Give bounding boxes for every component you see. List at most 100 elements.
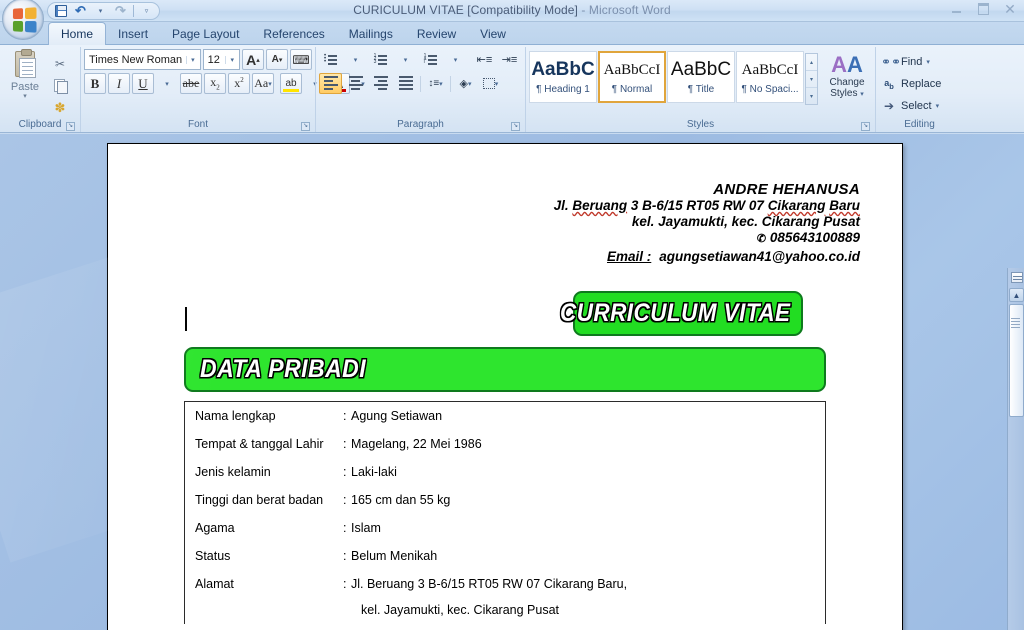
underline-dropdown[interactable]: ▾ [156, 73, 178, 94]
numbering-button[interactable]: 123 [369, 49, 392, 70]
minimize-button[interactable] [945, 1, 967, 17]
change-styles-button[interactable]: AA Change Styles ▾ [819, 51, 875, 105]
increase-indent-button[interactable]: ⇥≡ [498, 49, 521, 70]
copy-button[interactable] [49, 76, 71, 95]
office-logo-icon [12, 7, 37, 33]
replace-button[interactable]: ab Replace [879, 74, 941, 94]
grow-font-icon: A [246, 51, 257, 68]
select-button[interactable]: ➔ Select ▾ [879, 96, 941, 116]
paste-dropdown-icon[interactable]: ▾ [23, 92, 27, 100]
strikethrough-button[interactable]: abe [180, 73, 202, 94]
multilevel-list-icon: 1ai [424, 54, 438, 65]
styles-more-icon[interactable]: ▾ [806, 88, 817, 104]
shrink-font-button[interactable]: A ▾ [266, 49, 288, 70]
scroll-up-button[interactable]: ▲ [1009, 288, 1024, 302]
format-painter-button[interactable]: ✽ [49, 98, 71, 117]
styles-gallery-scrollbar[interactable]: ▴ ▾ ▾ [805, 53, 818, 105]
font-name-combo[interactable]: Times New Roman ▾ [84, 49, 201, 70]
font-size-chevron-down-icon[interactable]: ▾ [225, 55, 237, 64]
cut-button[interactable]: ✂ [49, 54, 71, 73]
style-no-spacing[interactable]: AaBbCcI ¶ No Spaci... [736, 51, 804, 103]
style-title-preview: AaBbC [670, 59, 732, 80]
ribbon-tabs: Home Insert Page Layout References Maili… [0, 22, 1024, 45]
vertical-scrollbar[interactable]: ▲ [1007, 268, 1024, 630]
tab-home[interactable]: Home [48, 22, 107, 45]
undo-dropdown-icon[interactable]: ▾ [91, 4, 110, 19]
subscript-button[interactable]: x2 [204, 73, 226, 94]
underline-button[interactable]: U [132, 73, 154, 94]
document-page[interactable]: ANDRE HEHANUSA Jl. Beruang 3 B-6/15 RT05… [107, 143, 903, 630]
tab-references[interactable]: References [251, 23, 336, 44]
tab-page-layout-label: Page Layout [172, 26, 240, 41]
paragraph-dialog-launcher-icon[interactable]: ↘ [511, 122, 520, 131]
replace-icon: ab [884, 77, 894, 91]
ribbon-group-paragraph: ••• ▾ 123 ▾ 1ai ▾ ⇤≡ ⇥≡ AZ↓ ¶ [315, 47, 563, 132]
multilevel-dropdown[interactable]: ▾ [444, 49, 467, 70]
superscript-button[interactable]: x2 [228, 73, 250, 94]
bullets-button[interactable]: • • • [319, 49, 342, 70]
document-area[interactable]: ANDRE HEHANUSA Jl. Beruang 3 B-6/15 RT05… [0, 134, 1024, 630]
paragraph-group-label: Paragraph ↘ [319, 118, 522, 132]
tab-review[interactable]: Review [405, 23, 468, 44]
bold-button[interactable]: B [84, 73, 106, 94]
clipboard-controls: Paste ▾ ✂ ✽ [3, 49, 71, 117]
style-normal[interactable]: AaBbCcI ¶ Normal [598, 51, 666, 103]
style-heading-1[interactable]: AaBbC ¶ Heading 1 [529, 51, 597, 103]
clipboard-dialog-launcher-icon[interactable]: ↘ [66, 122, 75, 131]
bullets-dropdown[interactable]: ▾ [344, 49, 367, 70]
row-value: Agung Setiawan [351, 409, 443, 423]
decrease-indent-button[interactable]: ⇤≡ [473, 49, 496, 70]
save-button[interactable] [51, 4, 70, 19]
font-dialog-launcher-icon[interactable]: ↘ [301, 122, 310, 131]
highlighter-icon: ab [285, 78, 297, 89]
restore-button[interactable] [972, 1, 994, 17]
personal-data-table[interactable]: Nama lengkap : Agung Setiawan Tempat & t… [184, 401, 826, 624]
customize-qat-icon[interactable]: ▿ [137, 4, 156, 19]
style-title[interactable]: AaBbC ¶ Title [667, 51, 735, 103]
cv-phone-line: ✆ 085643100889 [554, 230, 860, 247]
tab-insert[interactable]: Insert [106, 23, 160, 44]
justify-button[interactable] [394, 73, 417, 94]
find-button[interactable]: ⚭⚭ Find ▾ [879, 52, 941, 72]
styles-body: AaBbC ¶ Heading 1 AaBbCcI ¶ Normal AaBbC… [529, 49, 872, 118]
align-center-button[interactable] [344, 73, 367, 94]
row-label: Jenis kelamin [195, 465, 271, 479]
office-button[interactable] [2, 0, 44, 40]
change-case-button[interactable]: Aa ▾ [252, 73, 274, 94]
grow-font-button[interactable]: A ▴ [242, 49, 264, 70]
paste-button[interactable]: Paste ▾ [3, 49, 47, 117]
clear-formatting-button[interactable]: ⌨ [290, 49, 312, 70]
tab-view[interactable]: View [468, 23, 518, 44]
italic-button[interactable]: I [108, 73, 130, 94]
cv-email-value: agungsetiawan41@yahoo.co.id [659, 249, 860, 264]
cv-phone-number: 085643100889 [769, 230, 860, 245]
scrollbar-grip-icon [1011, 318, 1020, 328]
borders-button[interactable]: ▾ [479, 73, 502, 94]
banner-data-pribadi[interactable]: DATA PRIBADI [184, 347, 826, 392]
row-colon: : [343, 493, 347, 507]
line-spacing-button[interactable]: ↕≡ ▾ [424, 73, 447, 94]
view-ruler-button[interactable] [1009, 270, 1024, 285]
multilevel-list-button[interactable]: 1ai [419, 49, 442, 70]
tab-mailings[interactable]: Mailings [337, 23, 405, 44]
paragraph-body: ••• ▾ 123 ▾ 1ai ▾ ⇤≡ ⇥≡ AZ↓ ¶ [319, 49, 563, 118]
font-size-combo[interactable]: 12 ▾ [202, 49, 240, 70]
row-value: Laki-laki [351, 465, 397, 479]
styles-scroll-down-icon[interactable]: ▾ [806, 71, 817, 88]
tab-insert-label: Insert [118, 26, 149, 41]
tab-page-layout[interactable]: Page Layout [160, 23, 251, 44]
banner-curriculum-vitae[interactable]: CURRICULUM VITAE [560, 291, 803, 336]
font-name-chevron-down-icon[interactable]: ▾ [186, 55, 198, 64]
undo-button[interactable]: ↶ [71, 3, 90, 19]
align-left-button[interactable] [319, 73, 342, 94]
styles-dialog-launcher-icon[interactable]: ↘ [861, 122, 870, 131]
redo-button[interactable]: ↷ [111, 3, 130, 19]
highlight-button[interactable]: ab [280, 73, 302, 94]
styles-scroll-up-icon[interactable]: ▴ [806, 54, 817, 71]
numbering-dropdown[interactable]: ▾ [394, 49, 417, 70]
align-right-button[interactable] [369, 73, 392, 94]
row-value-line-1: Jl. Beruang 3 B-6/15 RT05 RW 07 Cikarang… [351, 577, 628, 591]
styles-gallery: AaBbC ¶ Heading 1 AaBbCcI ¶ Normal AaBbC… [529, 49, 875, 105]
close-button[interactable]: ✕ [999, 1, 1021, 17]
shading-button[interactable]: ◈ ▾ [454, 73, 477, 94]
